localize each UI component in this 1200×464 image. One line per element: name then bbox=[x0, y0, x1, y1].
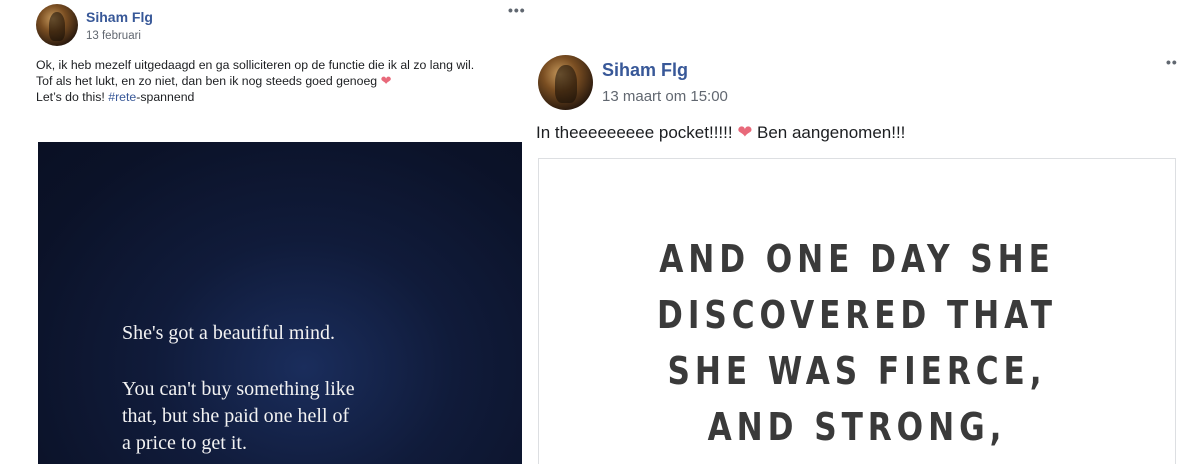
post-image[interactable]: She's got a beautiful mind. You can't bu… bbox=[38, 142, 522, 464]
image-quote-line-4: AND STRONG, bbox=[707, 405, 1007, 449]
post-text-line-2: Tof als het lukt, en zo niet, dan ben ik… bbox=[36, 73, 526, 89]
more-options-icon[interactable]: •• bbox=[1166, 54, 1178, 70]
image-quote-line-1: She's got a beautiful mind. bbox=[122, 322, 336, 344]
hashtag-link[interactable]: #rete bbox=[108, 90, 136, 104]
avatar[interactable] bbox=[538, 55, 593, 110]
post-text-line-1: Ok, ik heb mezelf uitgedaagd en ga solli… bbox=[36, 58, 475, 72]
image-quote-line-3: that, but she paid one hell of bbox=[122, 405, 350, 427]
author-name[interactable]: Siham Flg bbox=[602, 60, 688, 81]
post-2: Siham Flg 13 maart om 15:00 •• In theeee… bbox=[530, 48, 1200, 464]
post-1: Siham Flg 13 februari ••• Ok, ik heb mez… bbox=[22, 0, 532, 464]
image-quote-line-4: a price to get it. bbox=[122, 432, 247, 454]
post-timestamp[interactable]: 13 maart om 15:00 bbox=[602, 88, 728, 105]
post-image[interactable]: AND ONE DAY SHE DISCOVERED THAT SHE WAS … bbox=[538, 158, 1176, 464]
image-quote-line-3: SHE WAS FIERCE, bbox=[667, 349, 1047, 393]
avatar[interactable] bbox=[36, 4, 78, 46]
post-timestamp[interactable]: 13 februari bbox=[86, 30, 141, 42]
image-quote-line-1: AND ONE DAY SHE bbox=[659, 237, 1055, 281]
more-options-icon[interactable]: ••• bbox=[508, 2, 526, 18]
post-text-line-3-suffix: -spannend bbox=[136, 90, 195, 104]
image-quote-line-2: You can't buy something like bbox=[122, 378, 355, 400]
post-text: Ok, ik heb mezelf uitgedaagd en ga solli… bbox=[36, 57, 526, 105]
post-text: In theeeeeeeee pocket!!!!! ❤ Ben aangeno… bbox=[536, 121, 905, 144]
post-text-before-heart: In theeeeeeeee pocket!!!!! bbox=[536, 123, 738, 142]
post-text-line-3-prefix: Let’s do this! bbox=[36, 90, 109, 104]
post-text-line-2-content: Tof als het lukt, en zo niet, dan ben ik… bbox=[36, 74, 378, 88]
heart-icon: ❤ bbox=[380, 73, 392, 88]
image-quote-line-2: DISCOVERED THAT bbox=[657, 293, 1057, 337]
post-text-after-heart: Ben aangenomen!!! bbox=[752, 123, 906, 142]
heart-icon: ❤ bbox=[737, 122, 753, 142]
author-name[interactable]: Siham Flg bbox=[86, 9, 153, 25]
post-text-line-3: Let’s do this! #rete-spannend bbox=[36, 89, 526, 105]
